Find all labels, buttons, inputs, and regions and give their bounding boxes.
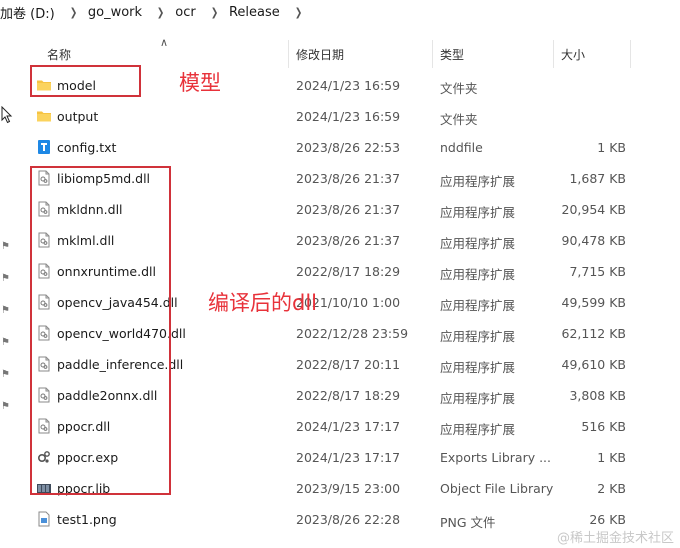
file-type: 应用程序扩展	[440, 422, 516, 437]
annotation-dll-label: 编译后的dll	[208, 291, 317, 315]
file-modified-date: 2023/8/26 21:37	[296, 233, 401, 248]
file-type: Object File Library	[440, 481, 554, 496]
breadcrumb-go-work[interactable]: go_work	[88, 5, 148, 20]
file-type: Exports Library ...	[440, 450, 552, 465]
file-modified-date: 2022/8/17 18:29	[296, 264, 401, 279]
file-size: 20,954 KB	[561, 202, 626, 217]
file-modified-date: 2023/8/26 21:37	[296, 202, 401, 217]
column-size[interactable]: 大小	[561, 46, 585, 63]
file-size: 516 KB	[581, 419, 626, 434]
annotation-box-model	[30, 65, 141, 97]
chevron-right-icon: ❯	[156, 5, 165, 19]
file-size: 1 KB	[597, 140, 626, 155]
file-modified-date: 2024/1/23 17:17	[296, 419, 401, 434]
chevron-right-icon: ❯	[69, 5, 77, 19]
file-type: 文件夹	[440, 112, 478, 127]
file-modified-date: 2024/1/23 16:59	[296, 109, 401, 124]
watermark: @稀土掘金技术社区	[556, 531, 674, 546]
breadcrumb: 加卷 (D:) ❯ go_work ❯ ocr ❯ Release ❯	[0, 0, 680, 24]
sort-ascending-icon: ∧	[160, 36, 169, 49]
png-file-icon	[36, 511, 52, 527]
file-type: 应用程序扩展	[440, 391, 516, 406]
file-size: 49,610 KB	[561, 357, 626, 372]
file-size: 26 KB	[589, 512, 626, 527]
file-name: config.txt	[57, 140, 117, 155]
file-modified-date: 2023/9/15 23:00	[296, 481, 401, 496]
file-modified-date: 2024/1/23 16:59	[296, 78, 401, 93]
file-type: 应用程序扩展	[440, 205, 516, 220]
file-size: 1,687 KB	[569, 171, 626, 186]
file-type: 应用程序扩展	[440, 329, 516, 344]
folder-icon	[36, 108, 52, 124]
file-name: test1.png	[57, 512, 117, 527]
file-name: output	[57, 109, 99, 124]
breadcrumb-drive[interactable]: 加卷 (D:)	[0, 3, 61, 22]
text-file-icon	[36, 139, 52, 155]
file-row[interactable]: config.txt 2023/8/26 22:53 nddfile 1 KB	[0, 133, 680, 164]
file-modified-date: 2022/12/28 23:59	[296, 326, 409, 341]
annotation-box-dll	[30, 166, 171, 495]
file-modified-date: 2022/8/17 18:29	[296, 388, 401, 403]
column-divider[interactable]	[630, 40, 631, 68]
annotation-model-label: 模型	[179, 71, 221, 95]
column-divider[interactable]	[432, 40, 433, 68]
file-modified-date: 2023/8/26 21:37	[296, 171, 401, 186]
file-type: nddfile	[440, 140, 483, 155]
file-type: 应用程序扩展	[440, 236, 516, 251]
file-type: 应用程序扩展	[440, 298, 516, 313]
file-row[interactable]: output 2024/1/23 16:59 文件夹	[0, 102, 680, 133]
breadcrumb-ocr[interactable]: ocr	[175, 5, 201, 20]
file-size: 7,715 KB	[569, 264, 626, 279]
file-size: 1 KB	[597, 450, 626, 465]
file-modified-date: 2022/8/17 20:11	[296, 357, 401, 372]
file-type: 文件夹	[440, 81, 478, 96]
file-size: 2 KB	[597, 481, 626, 496]
file-type: 应用程序扩展	[440, 267, 516, 282]
column-type[interactable]: 类型	[440, 46, 464, 63]
file-size: 62,112 KB	[561, 326, 626, 341]
column-divider[interactable]	[553, 40, 554, 68]
file-type: 应用程序扩展	[440, 174, 516, 189]
file-modified-date: 2024/1/23 17:17	[296, 450, 401, 465]
chevron-right-icon[interactable]: ❯	[295, 6, 302, 19]
file-type: 应用程序扩展	[440, 360, 516, 375]
column-date[interactable]: 修改日期	[296, 46, 344, 63]
file-size: 90,478 KB	[561, 233, 626, 248]
breadcrumb-release[interactable]: Release	[229, 5, 286, 20]
chevron-right-icon: ❯	[210, 5, 219, 19]
column-header: ∧ 名称 修改日期 类型 大小	[0, 36, 680, 68]
file-modified-date: 2023/8/26 22:28	[296, 512, 401, 527]
file-size: 49,599 KB	[561, 295, 626, 310]
column-divider[interactable]	[288, 40, 289, 68]
file-size: 3,808 KB	[569, 388, 626, 403]
column-name[interactable]: 名称	[47, 46, 71, 63]
file-type: PNG 文件	[440, 515, 496, 530]
file-modified-date: 2023/8/26 22:53	[296, 140, 401, 155]
